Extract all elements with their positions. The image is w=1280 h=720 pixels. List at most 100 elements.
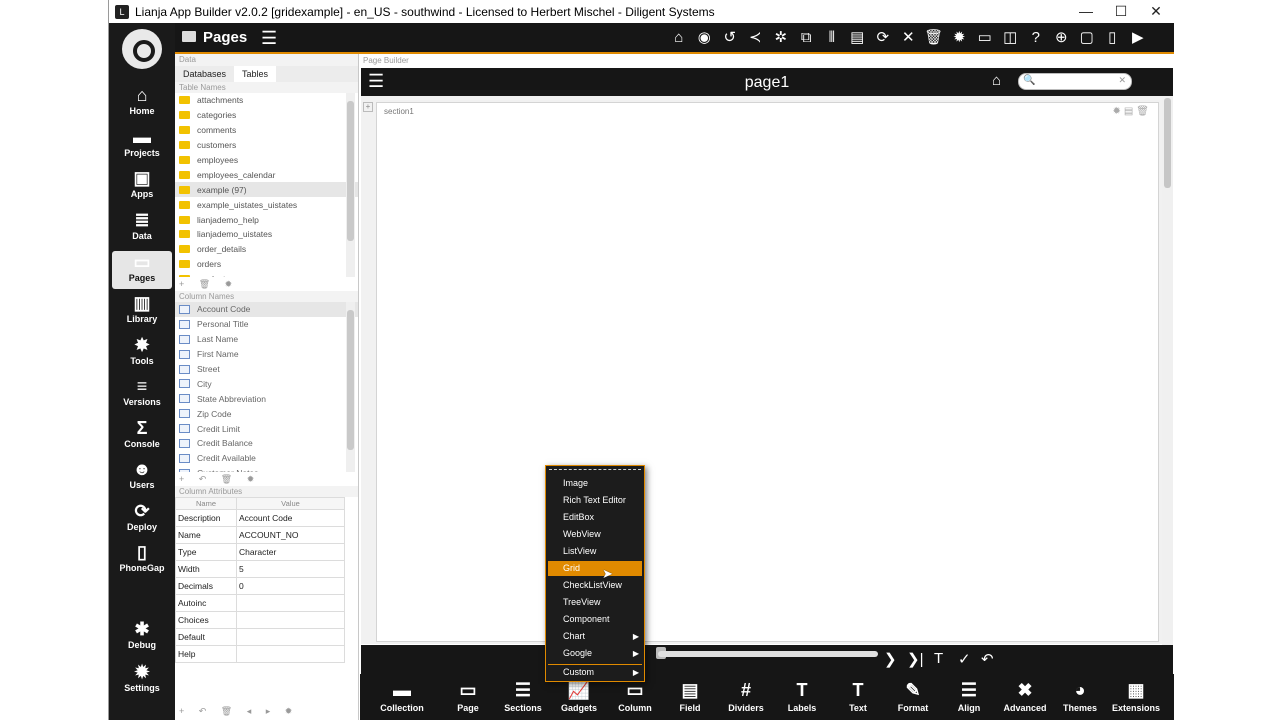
scroll-thumb[interactable] [347, 101, 354, 241]
attribute-row[interactable]: Decimals 0 [175, 577, 345, 595]
toolbar-icon[interactable]: ◫ [998, 27, 1024, 49]
column-row[interactable]: Personal Title [175, 317, 358, 332]
nav-item-versions[interactable]: ≡ Versions [112, 375, 172, 413]
toolbar-icon[interactable]: ▶ [1125, 27, 1151, 49]
attribute-row[interactable]: Default [175, 628, 345, 646]
table-list-scrollbar[interactable] [346, 93, 355, 277]
table-row[interactable]: orders [175, 257, 358, 272]
undo-icon[interactable]: ↶ [981, 650, 994, 668]
column-row[interactable]: Account Code [175, 302, 358, 317]
nav-item-apps[interactable]: ▣ Apps [112, 167, 172, 205]
attribute-value[interactable]: Account Code [236, 509, 345, 527]
menu-item-webview[interactable]: WebView [548, 527, 642, 542]
maximize-button[interactable]: ☐ [1104, 0, 1138, 23]
toolbar-icon[interactable]: ✹ [947, 27, 973, 49]
table-row[interactable]: categories [175, 108, 358, 123]
toolbar-icon[interactable]: ≺ [743, 27, 769, 49]
toolbar-icon[interactable]: ? [1023, 27, 1049, 49]
table-row[interactable]: comments [175, 123, 358, 138]
attribute-row[interactable]: Help [175, 645, 345, 663]
toolbar-icon[interactable]: ⌂ [666, 27, 692, 49]
toolbar-icon[interactable]: ▤ [845, 27, 871, 49]
nav-item-data[interactable]: ≣ Data [112, 209, 172, 247]
menu-item-listview[interactable]: ListView [548, 544, 642, 559]
attribute-row[interactable]: Autoinc [175, 594, 345, 612]
section-slider[interactable] [658, 651, 878, 657]
menu-icon[interactable]: ☰ [261, 28, 277, 49]
table-row[interactable]: attachments [175, 93, 358, 108]
attribute-value[interactable] [236, 594, 345, 612]
column-row[interactable]: First Name [175, 347, 358, 362]
table-row[interactable]: example (97) [175, 182, 358, 198]
table-row[interactable]: lianjademo_uistates [175, 227, 358, 242]
bottom-item-themes[interactable]: ◕ Themes [1052, 677, 1108, 713]
column-row[interactable]: Street [175, 362, 358, 377]
close-window-button[interactable]: ✕ [1139, 0, 1173, 23]
check-icon[interactable]: ✓ [958, 650, 971, 668]
page-search-input[interactable]: 🔍 ✕ [1018, 73, 1132, 90]
table-row[interactable]: products [175, 272, 358, 277]
column-row[interactable]: Customer Notes [175, 466, 358, 472]
nav-item-settings[interactable]: ✹ Settings [112, 661, 172, 699]
scroll-thumb[interactable] [1164, 98, 1171, 188]
attribute-row[interactable]: Type Character [175, 543, 345, 561]
toolbar-icon[interactable]: ✲ [768, 27, 794, 49]
toolbar-icon[interactable]: ↺ [717, 27, 743, 49]
column-row[interactable]: State Abbreviation [175, 391, 358, 406]
bottom-item-text[interactable]: T Text [830, 677, 886, 713]
attribute-row[interactable]: Description Account Code [175, 509, 345, 527]
bottom-item-align[interactable]: ☰ Align [941, 677, 997, 713]
menu-item-component[interactable]: Component [548, 612, 642, 627]
expand-section-icon[interactable]: + [363, 102, 373, 112]
nav-item-pages[interactable]: ▭ Pages [112, 251, 172, 289]
column-row[interactable]: Credit Balance [175, 436, 358, 451]
toolbar-icon[interactable]: ⊕ [1049, 27, 1075, 49]
nav-item-debug[interactable]: ✱ Debug [112, 618, 172, 656]
column-row[interactable]: City [175, 376, 358, 391]
bottom-item-format[interactable]: ✎ Format [885, 677, 941, 713]
toolbar-icon[interactable]: 🗑 [921, 27, 947, 49]
section-panel[interactable]: section1 ✹▤🗑 [376, 102, 1159, 642]
menu-item-checklistview[interactable]: CheckListView [548, 578, 642, 593]
toolbar-icon[interactable]: ⦀ [819, 27, 845, 49]
section-action-icons[interactable]: ✹▤🗑 [1112, 106, 1152, 117]
attribute-value[interactable]: 5 [236, 560, 345, 578]
column-row[interactable]: Zip Code [175, 406, 358, 421]
bottom-item-sections[interactable]: ☰ Sections [495, 677, 551, 713]
attribute-row[interactable]: Width 5 [175, 560, 345, 578]
nav-item-phonegap[interactable]: ▯ PhoneGap [112, 541, 172, 579]
scroll-thumb[interactable] [347, 310, 354, 450]
column-row[interactable]: Last Name [175, 332, 358, 347]
toolbar-icon[interactable]: ⧉ [794, 27, 820, 49]
toolbar-icon[interactable]: ▭ [972, 27, 998, 49]
toolbar-icon[interactable]: ▯ [1100, 27, 1126, 49]
attribute-value[interactable]: Character [236, 543, 345, 561]
attribute-value[interactable]: 0 [236, 577, 345, 595]
canvas-scrollbar[interactable] [1162, 96, 1173, 646]
bottom-item-labels[interactable]: T Labels [774, 677, 830, 713]
menu-item-grid[interactable]: Grid [548, 561, 642, 576]
table-row[interactable]: lianjademo_help [175, 212, 358, 227]
menu-item-rich-text-editor[interactable]: Rich Text Editor [548, 493, 642, 508]
column-list-scrollbar[interactable] [346, 302, 355, 472]
menu-item-chart[interactable]: Chart ▶ [548, 629, 642, 644]
toolbar-icon[interactable]: ⟳ [870, 27, 896, 49]
attribute-row[interactable]: Name ACCOUNT_NO [175, 526, 345, 544]
format-clear-icon[interactable]: T [934, 650, 943, 667]
bottom-item-advanced[interactable]: ✖ Advanced [997, 677, 1053, 713]
toolbar-icon[interactable]: ◉ [692, 27, 718, 49]
column-row[interactable]: Credit Limit [175, 421, 358, 436]
nav-item-console[interactable]: Σ Console [112, 417, 172, 455]
attribute-row[interactable]: Choices [175, 611, 345, 629]
table-row[interactable]: customers [175, 138, 358, 153]
bottom-item-gadgets[interactable]: 📈 Gadgets [551, 677, 607, 713]
next-icon[interactable]: ❯ [884, 650, 897, 668]
menu-item-editbox[interactable]: EditBox [548, 510, 642, 525]
minimize-button[interactable]: — [1069, 0, 1103, 23]
menu-item-image[interactable]: Image [548, 476, 642, 491]
clear-search-icon[interactable]: ✕ [1118, 75, 1126, 86]
nav-item-library[interactable]: ▥ Library [112, 292, 172, 330]
bottom-item-collection[interactable]: ▬ Collection [374, 677, 430, 713]
attribute-value[interactable] [236, 611, 345, 629]
bottom-item-column[interactable]: ▭ Column [607, 677, 663, 713]
